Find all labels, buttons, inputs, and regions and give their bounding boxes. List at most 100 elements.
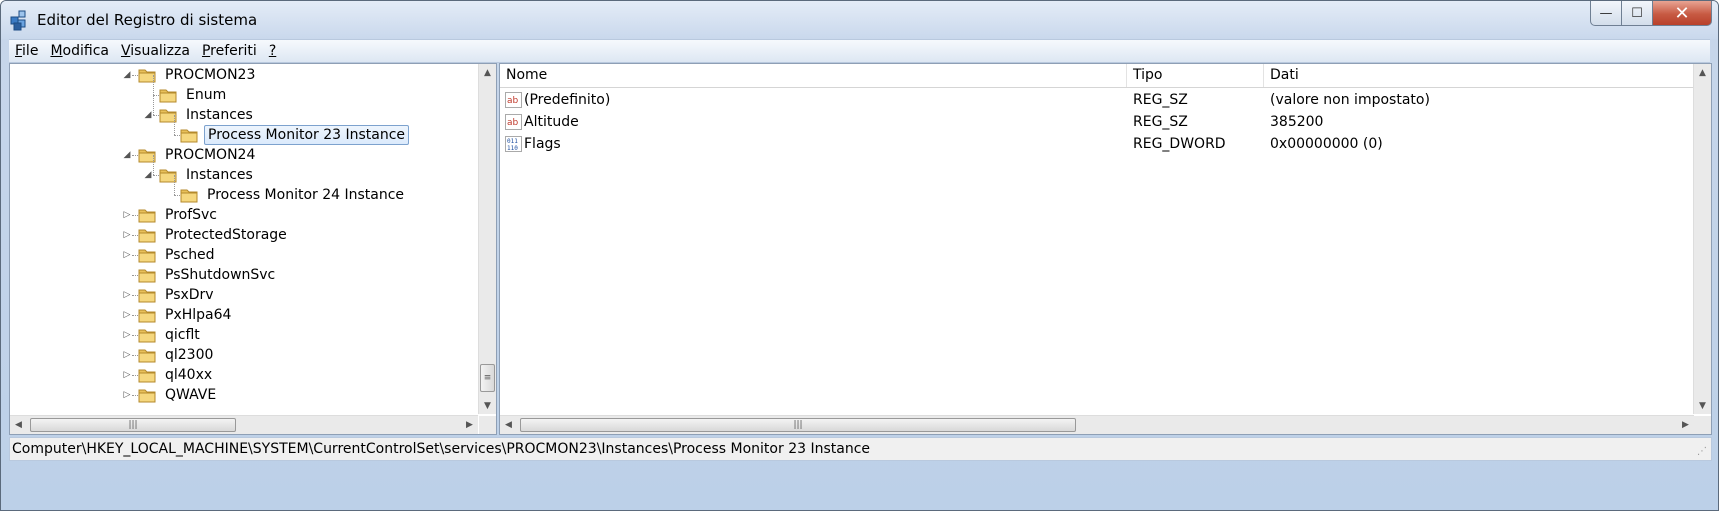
tree-vertical-scroll-thumb[interactable]: ≡ xyxy=(480,364,495,392)
collapse-arrow-icon[interactable]: ◢ xyxy=(122,150,132,160)
tree-node[interactable]: ▷ ql40xx xyxy=(124,365,215,385)
menu-item-4[interactable]: ? xyxy=(263,43,282,59)
value-row[interactable]: 011 110 Flags REG_DWORD 0x00000000 (0) xyxy=(500,133,1694,155)
tree-node-label: QWAVE xyxy=(165,387,217,403)
value-data: (valore non impostato) xyxy=(1270,92,1430,108)
value-name: (Predefinito) xyxy=(524,92,611,108)
status-bar: Computer\HKEY_LOCAL_MACHINE\SYSTEM\Curre… xyxy=(9,437,1712,461)
status-path: Computer\HKEY_LOCAL_MACHINE\SYSTEM\Curre… xyxy=(12,441,871,457)
expand-arrow-icon[interactable]: ▷ xyxy=(122,230,132,240)
collapse-arrow-icon[interactable]: ◢ xyxy=(122,70,132,80)
values-horizontal-scrollbar[interactable]: ◀ ||| ▶ xyxy=(500,415,1694,434)
maximize-button[interactable]: ☐ xyxy=(1622,1,1653,26)
folder-icon xyxy=(138,349,156,363)
scroll-down-icon[interactable]: ▼ xyxy=(1694,397,1711,414)
folder-icon xyxy=(138,269,156,283)
menu-accelerator: M xyxy=(50,43,63,59)
scroll-right-icon[interactable]: ▶ xyxy=(461,416,478,433)
expand-arrow-icon[interactable]: ▷ xyxy=(122,210,132,220)
tree-node-label: Enum xyxy=(186,87,227,103)
resize-grip-icon[interactable]: ⋰ xyxy=(1697,446,1709,458)
tree-node-label: Instances xyxy=(186,167,253,183)
expand-arrow-icon[interactable]: ▷ xyxy=(122,370,132,380)
close-button[interactable]: ✕ xyxy=(1653,1,1712,26)
tree-node-label: Process Monitor 23 Instance xyxy=(204,125,410,145)
values-scroll-corner xyxy=(1694,416,1711,434)
values-horizontal-scroll-thumb[interactable]: ||| xyxy=(520,418,1076,432)
menu-accelerator: ? xyxy=(268,43,277,59)
tree-horizontal-scroll-thumb[interactable]: ||| xyxy=(30,418,236,432)
tree-horizontal-scrollbar[interactable]: ◀ ||| ▶ xyxy=(10,415,478,434)
tree-node[interactable]: ▷ PxHlpa64 xyxy=(124,305,234,325)
scroll-up-icon[interactable]: ▲ xyxy=(1694,64,1711,81)
tree-node-label: Process Monitor 24 Instance xyxy=(207,187,405,203)
svg-text:110: 110 xyxy=(507,145,518,152)
values-list-pane[interactable]: Nome Tipo Dati ab (Predefinito) REG_SZ (val… xyxy=(499,63,1712,435)
expand-arrow-icon[interactable]: ▷ xyxy=(122,330,132,340)
tree-node[interactable]: PsShutdownSvc xyxy=(138,265,278,285)
tree-node[interactable]: Process Monitor 23 Instance xyxy=(180,125,410,145)
tree-node-label: Instances xyxy=(186,107,253,123)
scroll-left-icon[interactable]: ◀ xyxy=(500,416,517,433)
title-bar[interactable]: Editor del Registro di sistema — ☐ ✕ xyxy=(1,1,1718,39)
scroll-down-icon[interactable]: ▼ xyxy=(479,397,496,414)
tree-connector xyxy=(174,175,175,195)
tree-node[interactable]: ▷ ql2300 xyxy=(124,345,216,365)
expand-arrow-icon[interactable]: ▷ xyxy=(122,350,132,360)
value-row[interactable]: ab (Predefinito) REG_SZ (valore non imposta… xyxy=(500,89,1694,111)
menu-item-0[interactable]: File xyxy=(9,43,44,59)
tree-node[interactable]: Process Monitor 24 Instance xyxy=(180,185,407,205)
tree-node[interactable]: ▷ PsxDrv xyxy=(124,285,217,305)
menu-label-rest: isualizza xyxy=(130,43,190,59)
collapse-arrow-icon[interactable]: ◢ xyxy=(143,110,153,120)
expand-arrow-icon[interactable]: ▷ xyxy=(122,290,132,300)
key-tree-pane[interactable]: ◢ PROCMON23 Enum ◢ Instances Process Monitor … xyxy=(9,63,497,435)
scroll-left-icon[interactable]: ◀ xyxy=(10,416,27,433)
column-header-name[interactable]: Nome xyxy=(500,64,1127,87)
menu-item-3[interactable]: Preferiti xyxy=(196,43,263,59)
tree-node-label: ql40xx xyxy=(165,367,213,383)
tree-node[interactable]: ▷ qicflt xyxy=(124,325,203,345)
tree-node-label: PROCMON23 xyxy=(165,67,256,83)
menu-item-2[interactable]: Visualizza xyxy=(115,43,196,59)
column-header-data[interactable]: Dati xyxy=(1264,64,1694,87)
minimize-button[interactable]: — xyxy=(1590,1,1622,26)
tree-node-label: ql2300 xyxy=(165,347,214,363)
tree-node[interactable]: ▷ ProtectedStorage xyxy=(124,225,290,245)
folder-icon xyxy=(180,129,198,143)
tree-node[interactable]: ◢ PROCMON24 xyxy=(124,145,258,165)
value-name: Flags xyxy=(524,136,561,152)
expand-arrow-icon[interactable]: ▷ xyxy=(122,390,132,400)
tree-node-label: PsShutdownSvc xyxy=(165,267,276,283)
folder-icon xyxy=(138,389,156,403)
menu-item-1[interactable]: Modifica xyxy=(44,43,115,59)
folder-icon xyxy=(138,309,156,323)
tree-node[interactable]: ▷ QWAVE xyxy=(124,385,219,405)
tree-node-label: qicflt xyxy=(165,327,200,343)
tree-connector xyxy=(153,75,154,95)
tree-node-label: PROCMON24 xyxy=(165,147,256,163)
maximize-icon: ☐ xyxy=(1631,5,1643,21)
expand-arrow-icon[interactable]: ▷ xyxy=(122,250,132,260)
tree-node[interactable]: ◢ PROCMON23 xyxy=(124,65,258,85)
tree-node[interactable]: ▷ ProfSvc xyxy=(124,205,220,225)
svg-text:011: 011 xyxy=(507,138,518,145)
collapse-arrow-icon[interactable]: ◢ xyxy=(143,170,153,180)
key-tree[interactable]: ◢ PROCMON23 Enum ◢ Instances Process Monitor … xyxy=(10,64,478,414)
scroll-up-icon[interactable]: ▲ xyxy=(479,64,496,81)
folder-icon xyxy=(138,229,156,243)
tree-vertical-scrollbar[interactable]: ▲ ≡ ▼ xyxy=(478,64,496,414)
svg-text:ab: ab xyxy=(507,118,519,128)
value-name: Altitude xyxy=(524,114,579,130)
column-header-type[interactable]: Tipo xyxy=(1127,64,1264,87)
tree-node-label: PxHlpa64 xyxy=(165,307,232,323)
tree-node[interactable]: ▷ Psched xyxy=(124,245,218,265)
tree-connector xyxy=(174,115,175,135)
value-row[interactable]: ab Altitude REG_SZ 385200 xyxy=(500,111,1694,133)
values-vertical-scrollbar[interactable]: ▲ ▼ xyxy=(1693,64,1711,414)
expand-arrow-icon[interactable]: ▷ xyxy=(122,310,132,320)
scroll-right-icon[interactable]: ▶ xyxy=(1677,416,1694,433)
tree-node[interactable]: Enum xyxy=(159,85,229,105)
value-data: 385200 xyxy=(1270,114,1324,130)
menu-label-rest: ile xyxy=(22,43,39,59)
